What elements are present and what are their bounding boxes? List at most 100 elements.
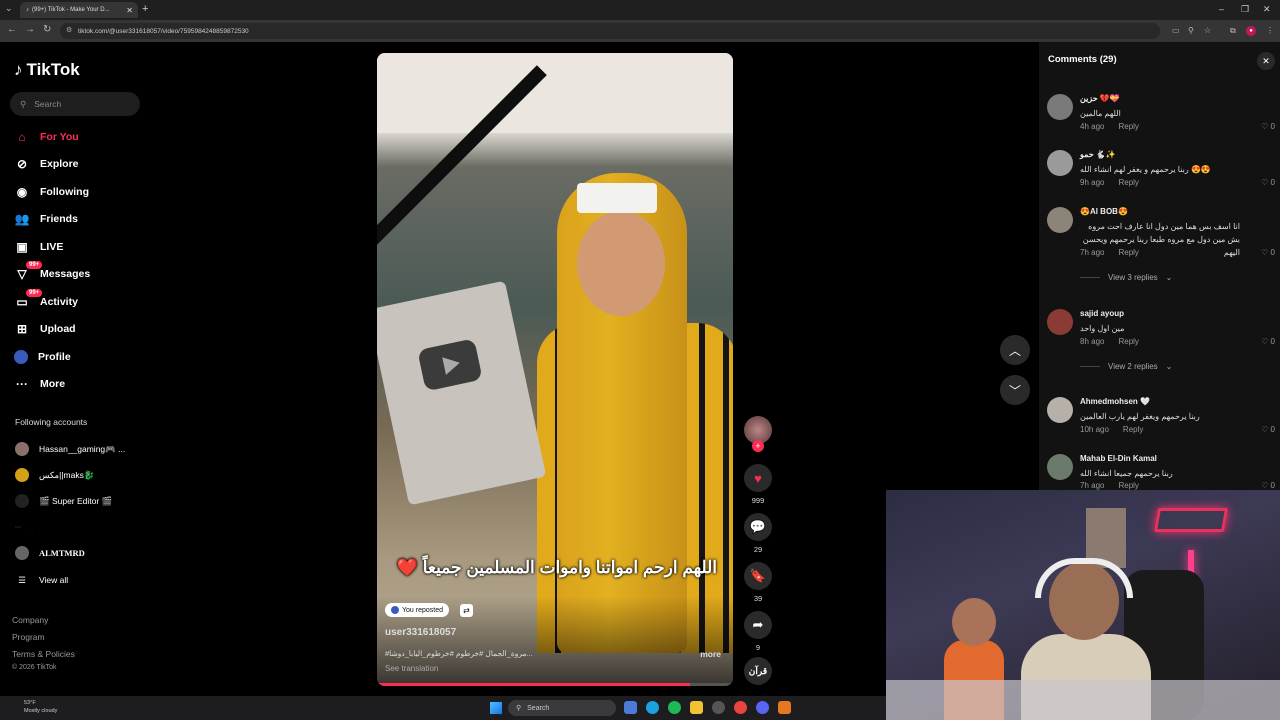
comment-author[interactable]: Ahmedmohsen 🤍 — [1080, 397, 1150, 406]
comment-author[interactable]: sajid ayoup — [1080, 309, 1124, 318]
tab-list-icon[interactable]: ⌄ — [5, 3, 13, 14]
account-item[interactable]: مكس||maks🐉 — [15, 467, 94, 483]
copilot-icon[interactable] — [624, 701, 637, 714]
comment-author[interactable]: Mahab El-Din Kamal — [1080, 454, 1157, 463]
progress-fill — [377, 683, 691, 686]
app-icon[interactable] — [712, 701, 725, 714]
share-button[interactable]: ➦ 9 — [743, 611, 773, 652]
tab-close-icon[interactable]: ✕ — [126, 6, 133, 15]
comment-like-button[interactable]: ♡ 0 — [1261, 481, 1275, 490]
taskbar-search[interactable]: ⚲ Search — [508, 700, 616, 716]
vlc-icon[interactable] — [778, 701, 791, 714]
back-icon[interactable]: ← — [7, 24, 17, 35]
see-translation-link[interactable]: See translation — [385, 664, 438, 673]
next-video-button[interactable]: ﹀ — [1000, 375, 1030, 405]
avatar[interactable] — [1047, 150, 1073, 176]
comment-author[interactable]: حمو 🐇✨ — [1080, 150, 1116, 159]
footer-company[interactable]: Company — [12, 615, 48, 625]
account-item[interactable]: 🎬 Super Editor 🎬 — [15, 493, 112, 509]
comment-author[interactable]: حزين 💔💝 — [1080, 94, 1120, 103]
comment-like-button[interactable]: ♡ 0 — [1261, 248, 1275, 257]
browser-menu-icon[interactable]: ⋮ — [1266, 26, 1274, 35]
avatar[interactable] — [1047, 207, 1073, 233]
zoom-icon[interactable]: ⚲ — [1188, 26, 1194, 35]
close-comments-button[interactable]: ✕ — [1257, 52, 1275, 70]
profile-avatar-icon[interactable]: ● — [1246, 26, 1256, 36]
nav-live[interactable]: ▣ LIVE — [14, 238, 63, 256]
browser-tab-bar: ⌄ ♪ (99+) TikTok - Make Your D... ✕ + – … — [0, 0, 1280, 20]
heart-outline-icon: ♡ — [1261, 248, 1269, 257]
like-button[interactable]: ♥ 999 — [743, 464, 773, 505]
footer-program[interactable]: Program — [12, 632, 45, 642]
avatar — [391, 606, 399, 614]
nav-explore[interactable]: ⊘ Explore — [14, 155, 79, 173]
reply-button[interactable]: Reply — [1118, 337, 1138, 346]
windows-start-icon[interactable] — [490, 702, 502, 714]
video-hashtags[interactable]: #مروة_الجمال #خرطوم #خرطوم_اليابا_دوشا..… — [385, 649, 533, 658]
search-input[interactable]: ⚲ Search — [10, 92, 140, 116]
repost-icon[interactable]: ⇄ — [460, 604, 473, 617]
tiktok-logo[interactable]: ♪ TikTok — [14, 60, 80, 80]
comment-like-button[interactable]: ♡ 0 — [1261, 178, 1275, 187]
minimize-button[interactable]: – — [1219, 4, 1224, 14]
avatar[interactable] — [1047, 309, 1073, 335]
nav-friends[interactable]: 👥 Friends — [14, 210, 78, 228]
reply-button[interactable]: Reply — [1118, 122, 1138, 131]
nav-more[interactable]: ··· More — [14, 375, 65, 393]
account-item[interactable]: ALMTMRD — [15, 545, 85, 561]
avatar[interactable] — [1047, 454, 1073, 480]
install-app-icon[interactable]: ▭ — [1172, 26, 1180, 35]
chrome-icon[interactable] — [734, 701, 747, 714]
avatar[interactable] — [1047, 397, 1073, 423]
nav-upload[interactable]: ⊞ Upload — [14, 320, 76, 338]
comment-like-button[interactable]: ♡ 0 — [1261, 425, 1275, 434]
avatar[interactable] — [1047, 94, 1073, 120]
footer-terms[interactable]: Terms & Policies — [12, 649, 75, 659]
edge-icon[interactable] — [646, 701, 659, 714]
url-bar[interactable]: ⚙ tiktok.com/@user331618057/video/759598… — [60, 23, 1160, 39]
nav-activity[interactable]: ▭ 99+ Activity — [14, 289, 78, 311]
nav-for-you[interactable]: ⌂ For You — [14, 128, 78, 146]
file-explorer-icon[interactable] — [690, 701, 703, 714]
comment-like-button[interactable]: ♡ 0 — [1261, 122, 1275, 131]
view-all-link[interactable]: ☰ View all — [15, 572, 68, 588]
avatar — [15, 526, 21, 528]
discord-icon[interactable] — [756, 701, 769, 714]
nav-profile[interactable]: Profile — [14, 348, 71, 366]
repost-pill[interactable]: You reposted — [385, 603, 449, 617]
reply-button[interactable]: Reply — [1123, 425, 1143, 434]
comment-author[interactable]: 😍Al BOB😍 — [1080, 207, 1128, 216]
comment-like-button[interactable]: ♡ 0 — [1261, 337, 1275, 346]
maximize-button[interactable]: ❐ — [1241, 4, 1249, 15]
view-replies-button[interactable]: View 3 replies ⌄ — [1080, 273, 1172, 282]
reply-button[interactable]: Reply — [1118, 178, 1138, 187]
video-author[interactable]: user331618057 — [385, 627, 456, 638]
save-button[interactable]: 🔖 39 — [743, 562, 773, 603]
previous-video-button[interactable]: ︿ — [1000, 335, 1030, 365]
video-player[interactable]: اللهم ارحم امواتنا واموات المسلمين جميعا… — [377, 53, 733, 686]
nav-messages[interactable]: ▽ 99+ Messages — [14, 261, 90, 283]
window-close-button[interactable]: ✕ — [1263, 4, 1271, 15]
browser-tab[interactable]: ♪ (99+) TikTok - Make Your D... ✕ — [20, 2, 138, 18]
more-button[interactable]: more — [700, 649, 721, 659]
account-name: ALMTMRD — [39, 548, 85, 558]
account-item[interactable]: . — [15, 519, 33, 535]
weather-widget[interactable]: 53°F Mostly cloudy — [8, 699, 57, 715]
bookmark-star-icon[interactable]: ☆ — [1204, 26, 1211, 35]
extensions-icon[interactable]: ⧉ — [1230, 26, 1236, 36]
comment-button[interactable]: 💬 29 — [743, 513, 773, 554]
forward-icon[interactable]: → — [25, 24, 35, 35]
comment-like-count: 0 — [1270, 481, 1275, 490]
video-progress-bar[interactable] — [377, 683, 733, 686]
follow-plus-icon[interactable]: + — [752, 440, 764, 452]
reload-icon[interactable]: ↻ — [43, 24, 51, 35]
new-tab-button[interactable]: + — [142, 3, 148, 15]
site-info-icon[interactable]: ⚙ — [66, 26, 72, 34]
sound-button[interactable]: قرآن — [743, 657, 773, 685]
account-item[interactable]: Hassan__gaming🎮 ... — [15, 441, 125, 457]
reply-button[interactable]: Reply — [1118, 481, 1138, 490]
nav-following[interactable]: ◉ Following — [14, 183, 89, 201]
reply-button[interactable]: Reply — [1118, 248, 1138, 257]
view-replies-button[interactable]: View 2 replies ⌄ — [1080, 362, 1172, 371]
spotify-icon[interactable] — [668, 701, 681, 714]
